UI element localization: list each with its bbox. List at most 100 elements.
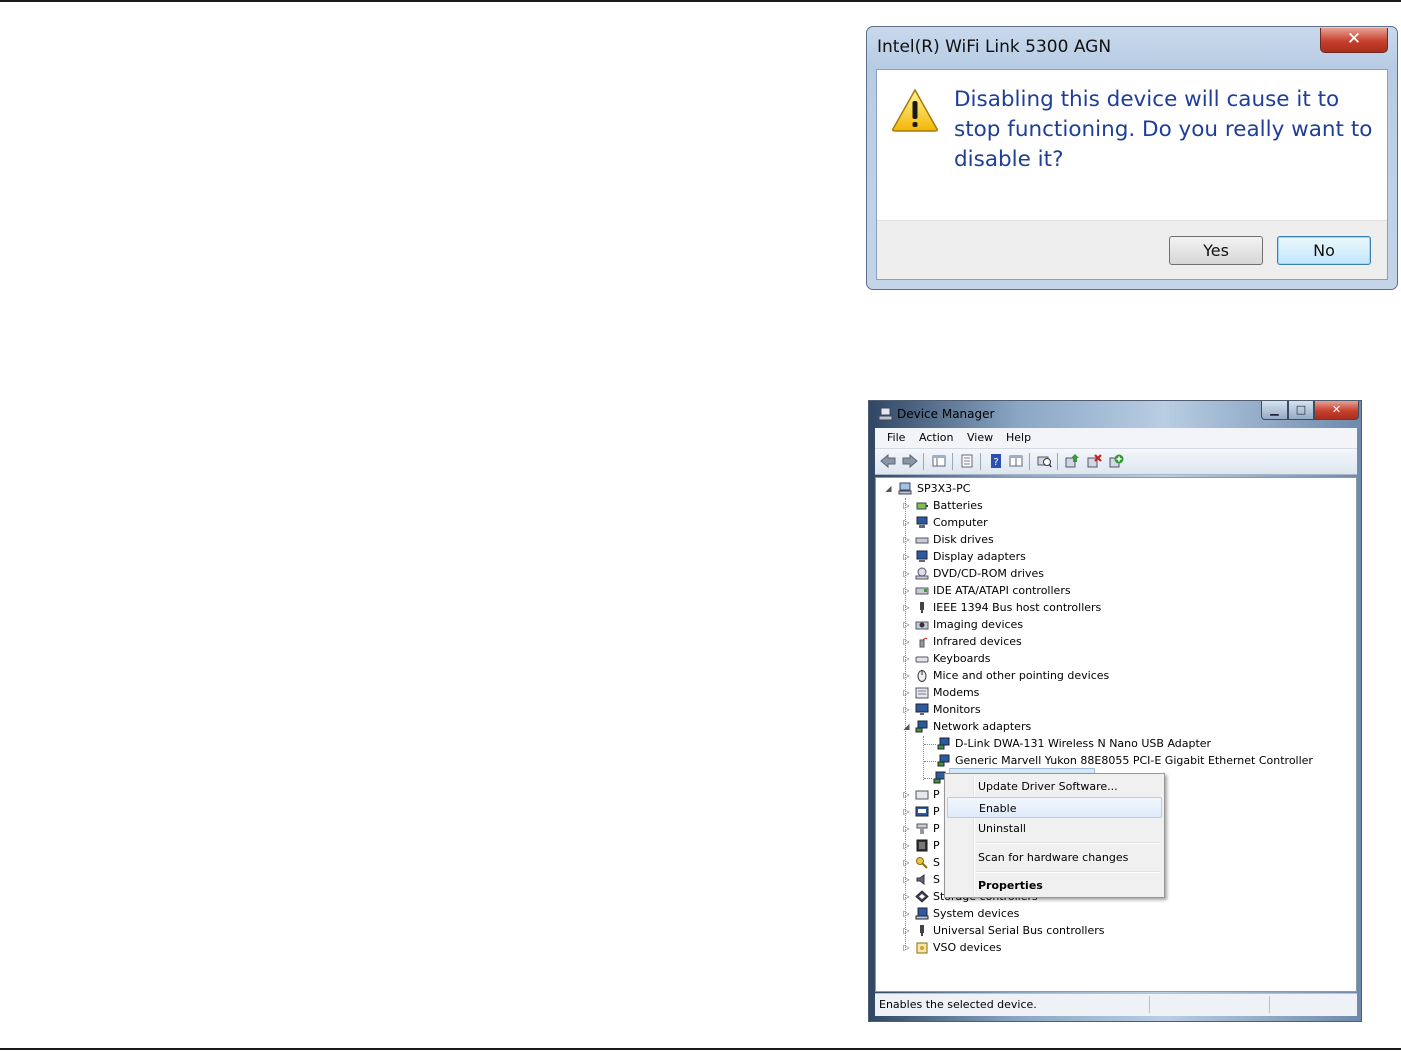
- tree-category-infrared-devices[interactable]: ▷ Infrared devices: [902, 633, 1202, 650]
- menu-view[interactable]: View: [967, 431, 993, 444]
- expand-arrow-icon[interactable]: ▷: [902, 701, 911, 718]
- usb-icon: [920, 925, 924, 936]
- expand-arrow-icon[interactable]: ▷: [902, 905, 911, 922]
- tree-category-label: Network adapters: [933, 720, 1032, 733]
- collapse-arrow-icon[interactable]: ◢: [902, 718, 911, 735]
- back-arrow-icon[interactable]: [880, 453, 896, 469]
- vso-device-icon: [916, 942, 928, 954]
- expand-arrow-icon[interactable]: ▷: [902, 616, 911, 633]
- expand-arrow-icon[interactable]: ▷: [902, 650, 911, 667]
- menu-item-uninstall[interactable]: Uninstall: [947, 818, 1162, 839]
- expand-arrow-icon[interactable]: ▷: [902, 633, 911, 650]
- expand-arrow-icon[interactable]: ▷: [902, 939, 911, 956]
- tree-category-vso-devices[interactable]: ▷ VSO devices: [902, 939, 1202, 956]
- tree-category-label: S: [933, 873, 940, 886]
- pcmcia-icon: [915, 806, 929, 817]
- expand-arrow-icon[interactable]: ▷: [902, 548, 911, 565]
- show-hide-console-tree-icon[interactable]: [931, 453, 947, 469]
- menu-item-properties[interactable]: Properties: [947, 875, 1162, 896]
- imaging-device-icon: [915, 621, 929, 630]
- tree-category-label: IEEE 1394 Bus host controllers: [933, 601, 1102, 614]
- dialog-message: Disabling this device will cause it to s…: [954, 87, 1373, 172]
- maximize-button[interactable]: □: [1288, 401, 1314, 420]
- expand-arrow-icon[interactable]: ▷: [902, 803, 911, 820]
- expand-arrow-icon[interactable]: ▷: [902, 786, 911, 803]
- tree-category-label: Imaging devices: [933, 618, 1024, 631]
- tree-category-display-adapters[interactable]: ▷ Display adapters: [902, 548, 1202, 565]
- tree-category-label: Universal Serial Bus controllers: [933, 924, 1105, 937]
- tree-category-monitors[interactable]: ▷ Monitors: [902, 701, 1202, 718]
- scan-hardware-icon[interactable]: [1036, 453, 1052, 469]
- menu-item-update-driver[interactable]: Update Driver Software...: [947, 776, 1162, 797]
- yes-button[interactable]: Yes: [1169, 236, 1263, 265]
- collapse-arrow-icon[interactable]: ◢: [884, 480, 893, 497]
- tree-category-ieee1394[interactable]: ▷ IEEE 1394 Bus host controllers: [902, 599, 1202, 616]
- menu-action[interactable]: Action: [919, 431, 953, 444]
- dialog-body: Disabling this device will cause it to s…: [876, 69, 1388, 280]
- tree-category-label: DVD/CD-ROM drives: [933, 567, 1044, 580]
- network-adapter-marvell[interactable]: Generic Marvell Yukon 88E8055 PCI-E Giga…: [937, 752, 1337, 769]
- tree-connector: [924, 778, 932, 779]
- tree-category-usb-controllers[interactable]: ▷ Universal Serial Bus controllers: [902, 922, 1202, 939]
- menu-file[interactable]: File: [887, 431, 905, 444]
- tree-category-keyboards[interactable]: ▷ Keyboards: [902, 650, 1202, 667]
- display-adapter-icon: [916, 550, 928, 562]
- tree-root[interactable]: ◢ SP3X3-PC: [884, 480, 1084, 497]
- expand-arrow-icon[interactable]: ▷: [902, 684, 911, 701]
- toolbar-separator: [952, 453, 953, 470]
- monitor-icon: [915, 703, 929, 715]
- tree-category-label: VSO devices: [933, 941, 1002, 954]
- forward-arrow-icon[interactable]: [902, 453, 918, 469]
- tree-category-imaging-devices[interactable]: ▷ Imaging devices: [902, 616, 1202, 633]
- expand-arrow-icon[interactable]: ▷: [902, 531, 911, 548]
- tree-category-ide-ata[interactable]: ▷ IDE ATA/ATAPI controllers: [902, 582, 1202, 599]
- tree-category-mice[interactable]: ▷ Mice and other pointing devices: [902, 667, 1202, 684]
- tree-category-computer[interactable]: ▷ Computer: [902, 514, 1202, 531]
- disk-drive-icon: [915, 537, 929, 544]
- menu-help[interactable]: Help: [1006, 431, 1031, 444]
- menu-item-enable[interactable]: Enable: [947, 797, 1162, 818]
- tree-category-disk-drives[interactable]: ▷ Disk drives: [902, 531, 1202, 548]
- bottom-rule: [0, 1048, 1401, 1050]
- expand-arrow-icon[interactable]: ▷: [902, 667, 911, 684]
- expand-arrow-icon[interactable]: ▷: [902, 922, 911, 939]
- tree-category-network-adapters[interactable]: ◢ Network adapters: [902, 718, 1202, 735]
- expand-arrow-icon[interactable]: ▷: [902, 514, 911, 531]
- expand-arrow-icon[interactable]: ▷: [902, 837, 911, 854]
- device-manager-app-icon: [878, 407, 893, 421]
- update-driver-icon[interactable]: [1064, 453, 1080, 469]
- menu-item-label: Scan for hardware changes: [978, 851, 1129, 864]
- expand-arrow-icon[interactable]: ▷: [902, 888, 911, 905]
- tree-category-batteries[interactable]: ▷ Batteries: [902, 497, 1202, 514]
- expand-arrow-icon[interactable]: ▷: [902, 582, 911, 599]
- window-close-button[interactable]: ✕: [1314, 401, 1359, 420]
- expand-arrow-icon[interactable]: ▷: [902, 565, 911, 582]
- expand-arrow-icon[interactable]: ▷: [902, 820, 911, 837]
- help-icon[interactable]: ?: [988, 453, 1004, 469]
- minimize-button[interactable]: ▁: [1261, 401, 1288, 420]
- network-adapter-dlink[interactable]: D-Link DWA-131 Wireless N Nano USB Adapt…: [937, 735, 1337, 752]
- properties-icon[interactable]: [959, 453, 975, 469]
- uninstall-icon[interactable]: [1086, 453, 1102, 469]
- expand-arrow-icon[interactable]: ▷: [902, 599, 911, 616]
- no-button[interactable]: No: [1277, 236, 1371, 265]
- network-adapter-icon: [937, 737, 950, 750]
- ports-icon: [915, 790, 929, 800]
- tree-connector: [923, 736, 924, 780]
- expand-arrow-icon[interactable]: ▷: [902, 854, 911, 871]
- tree-category-label: IDE ATA/ATAPI controllers: [933, 584, 1071, 597]
- view-icon[interactable]: [1008, 453, 1024, 469]
- toolbar-separator: [980, 453, 981, 470]
- menu-item-scan-hardware[interactable]: Scan for hardware changes: [947, 847, 1162, 868]
- expand-arrow-icon[interactable]: ▷: [902, 871, 911, 888]
- menu-item-label: Uninstall: [978, 822, 1026, 835]
- tree-category-modems[interactable]: ▷ Modems: [902, 684, 1202, 701]
- tree-category-label: Display adapters: [933, 550, 1026, 563]
- tree-category-label: Keyboards: [933, 652, 991, 665]
- expand-arrow-icon[interactable]: ▷: [902, 497, 911, 514]
- dialog-close-button[interactable]: ✕: [1320, 28, 1388, 53]
- tree-category-system-devices[interactable]: ▷ System devices: [902, 905, 1202, 922]
- tree-category-dvd-drives[interactable]: ▷ DVD/CD-ROM drives: [902, 565, 1202, 582]
- svg-text:?: ?: [993, 457, 998, 468]
- enable-device-icon[interactable]: [1108, 453, 1124, 469]
